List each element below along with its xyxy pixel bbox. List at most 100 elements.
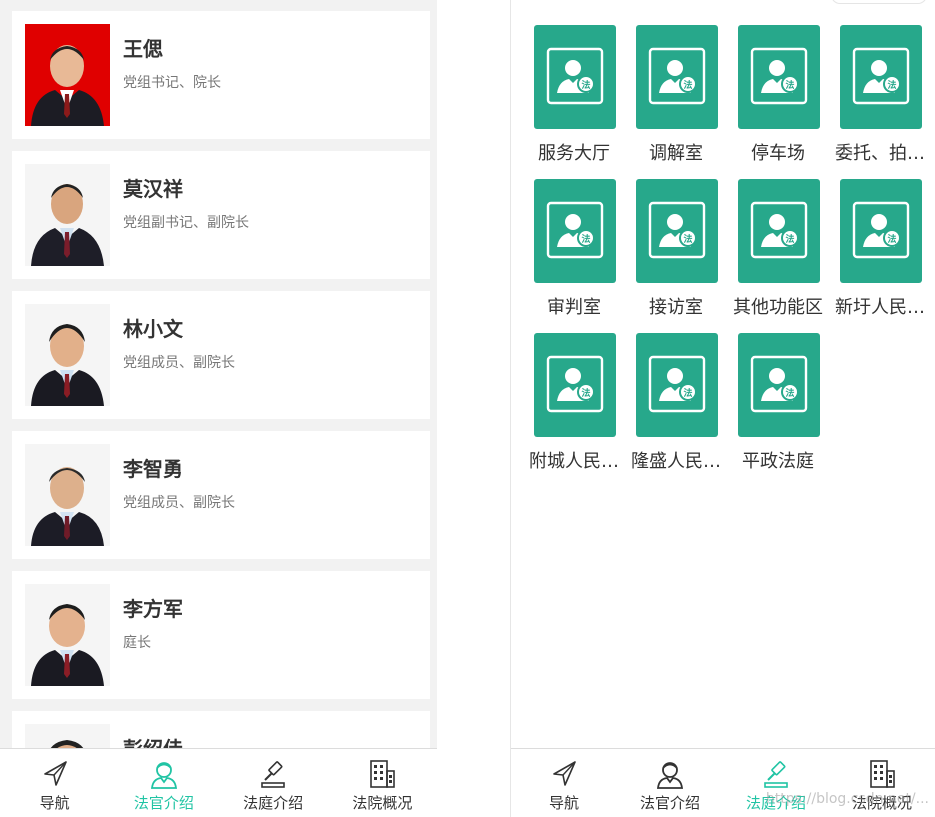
tab-label: 法院概况 (352, 794, 413, 812)
court-label: 新圩人民… (835, 297, 925, 318)
gavel-icon (257, 758, 289, 790)
court-tile: 法 (840, 25, 922, 129)
bottom-tab-bar: 导航 法官介绍 法庭介绍 法院概况 (0, 748, 437, 817)
tab-court-overview[interactable]: 法院概况 (829, 749, 935, 817)
tab-navigation[interactable]: 导航 (0, 749, 109, 817)
tab-label: 导航 (39, 794, 70, 812)
court-item[interactable]: 法 停车场 (727, 25, 829, 175)
judge-intro-screen: 王偲 党组书记、院长 莫汉祥 党组副书记、副院长 林小文 党组成员、副院长 李智… (0, 0, 437, 817)
judge-position: 庭长 (123, 635, 151, 651)
court-judge-icon: 法 (648, 355, 706, 413)
tab-court-overview[interactable]: 法院概况 (328, 749, 437, 817)
court-label: 隆盛人民… (631, 451, 721, 472)
tab-court-intro[interactable]: 法庭介绍 (723, 749, 829, 817)
judge-position: 党组书记、院长 (123, 75, 221, 91)
court-judge-icon: 法 (750, 355, 808, 413)
court-tile: 法 (636, 25, 718, 129)
judge-name: 林小文 (123, 317, 183, 341)
judge-photo (25, 444, 110, 546)
court-item[interactable]: 法 隆盛人民… (625, 333, 727, 483)
court-tile: 法 (636, 179, 718, 283)
court-judge-icon: 法 (648, 47, 706, 105)
judge-card[interactable]: 莫汉祥 党组副书记、副院长 (12, 151, 430, 279)
judge-photo (25, 24, 110, 126)
building-icon (366, 758, 398, 790)
court-label: 接访室 (649, 297, 703, 318)
judge-name: 王偲 (123, 37, 163, 61)
judge-name: 李智勇 (123, 457, 183, 481)
judge-position: 党组成员、副院长 (123, 355, 235, 371)
svg-text:法: 法 (581, 79, 590, 91)
court-item[interactable]: 法 审判室 (523, 179, 625, 329)
judge-person-icon (654, 758, 686, 790)
svg-text:法: 法 (887, 79, 896, 91)
court-judge-icon: 法 (546, 47, 604, 105)
judge-name: 李方军 (123, 597, 183, 621)
court-intro-screen: 法 服务大厅 法 调解室 法 停车场 法 委托、拍… 法 审判室 法 接访室 法… (510, 0, 935, 817)
court-tile: 法 (738, 333, 820, 437)
judge-position: 党组副书记、副院长 (123, 215, 249, 231)
court-label: 审判室 (547, 297, 601, 318)
court-judge-icon: 法 (750, 47, 808, 105)
court-judge-icon: 法 (546, 355, 604, 413)
judge-card[interactable]: 林小文 党组成员、副院长 (12, 291, 430, 419)
court-tile: 法 (738, 25, 820, 129)
judge-card[interactable]: 李智勇 党组成员、副院长 (12, 431, 430, 559)
court-item[interactable]: 法 新圩人民… (829, 179, 931, 329)
court-label: 其他功能区 (733, 297, 823, 318)
tab-label: 法庭介绍 (243, 794, 304, 812)
court-tile: 法 (534, 333, 616, 437)
court-label: 平政法庭 (742, 451, 814, 472)
svg-text:法: 法 (683, 233, 692, 245)
building-icon (866, 758, 898, 790)
court-label: 服务大厅 (538, 143, 610, 164)
court-label: 委托、拍… (835, 143, 925, 164)
court-item[interactable]: 法 服务大厅 (523, 25, 625, 175)
judge-card[interactable]: 王偲 党组书记、院长 (12, 11, 430, 139)
tab-label: 法官介绍 (133, 794, 194, 812)
svg-text:法: 法 (887, 233, 896, 245)
svg-text:法: 法 (581, 387, 590, 399)
navigation-arrow-icon (548, 758, 580, 790)
court-judge-icon: 法 (750, 201, 808, 259)
svg-text:法: 法 (785, 79, 794, 91)
court-item[interactable]: 法 接访室 (625, 179, 727, 329)
svg-text:法: 法 (785, 233, 794, 245)
court-item[interactable]: 法 委托、拍… (829, 25, 931, 175)
bottom-tab-bar: 导航 法官介绍 法庭介绍 法院概况 (511, 748, 935, 817)
scrolled-search-box (831, 0, 927, 4)
judge-position: 党组成员、副院长 (123, 495, 235, 511)
judge-person-icon (148, 758, 180, 790)
court-item[interactable]: 法 调解室 (625, 25, 727, 175)
judge-photo (25, 584, 110, 686)
court-tile: 法 (534, 25, 616, 129)
svg-text:法: 法 (683, 387, 692, 399)
court-tile: 法 (534, 179, 616, 283)
court-item[interactable]: 法 其他功能区 (727, 179, 829, 329)
court-label: 附城人民… (529, 451, 619, 472)
court-judge-icon: 法 (648, 201, 706, 259)
court-tile: 法 (738, 179, 820, 283)
court-item[interactable]: 法 附城人民… (523, 333, 625, 483)
tab-court-intro[interactable]: 法庭介绍 (219, 749, 328, 817)
gavel-icon (760, 758, 792, 790)
judge-card[interactable]: 李方军 庭长 (12, 571, 430, 699)
tab-navigation[interactable]: 导航 (511, 749, 617, 817)
navigation-arrow-icon (39, 758, 71, 790)
court-item[interactable]: 法 平政法庭 (727, 333, 829, 483)
tab-judge-intro[interactable]: 法官介绍 (109, 749, 218, 817)
svg-text:法: 法 (581, 233, 590, 245)
court-tile: 法 (636, 333, 718, 437)
court-judge-icon: 法 (852, 47, 910, 105)
court-label: 停车场 (751, 143, 805, 164)
svg-text:法: 法 (683, 79, 692, 91)
court-label: 调解室 (649, 143, 703, 164)
tab-judge-intro[interactable]: 法官介绍 (617, 749, 723, 817)
judge-name: 莫汉祥 (123, 177, 183, 201)
tab-label: 法官介绍 (639, 794, 700, 812)
court-judge-icon: 法 (546, 201, 604, 259)
court-judge-icon: 法 (852, 201, 910, 259)
judge-photo (25, 164, 110, 266)
judge-photo (25, 304, 110, 406)
tab-label: 导航 (548, 794, 579, 812)
